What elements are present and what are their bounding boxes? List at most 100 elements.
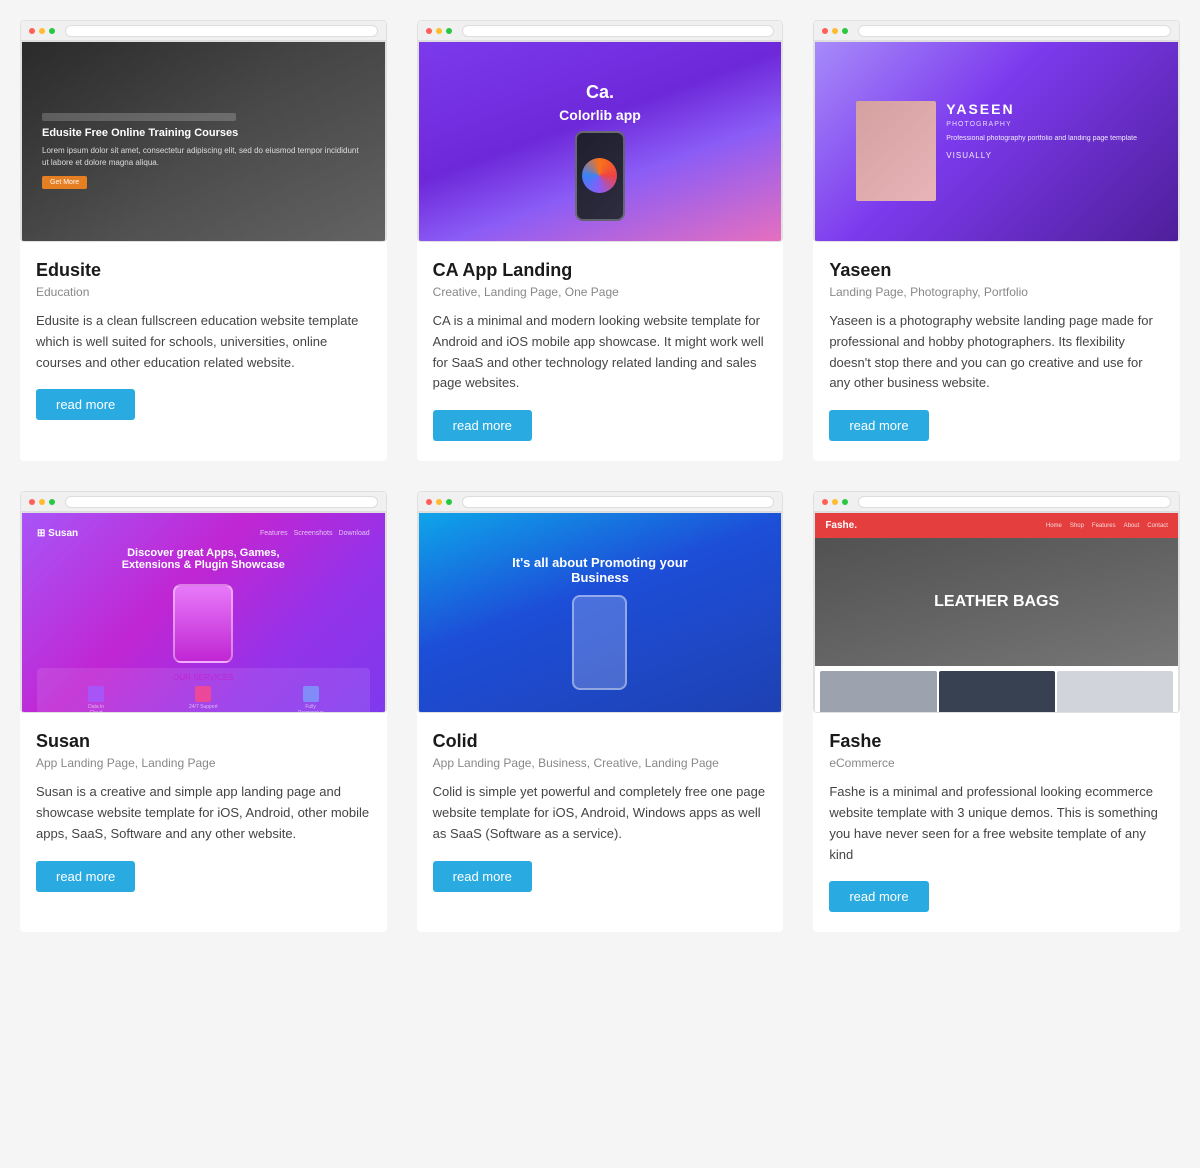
read-more-button-fashe[interactable]: read more — [829, 881, 928, 912]
browser-url-4 — [65, 496, 378, 508]
screenshot-susan: ⊞ Susan Features Screenshots Download Di… — [20, 491, 387, 713]
card-title-edusite: Edusite — [36, 260, 371, 281]
screenshot-edusite: Edusite Free Online Training Courses Lor… — [20, 20, 387, 242]
ss-edusite-text: Lorem ipsum dolor sit amet, consectetur … — [42, 145, 365, 167]
ss-susan-nav-1: Features — [260, 530, 288, 537]
ss-fashe-product-bags: BAGS — [1057, 671, 1173, 712]
card-susan: ⊞ Susan Features Screenshots Download Di… — [20, 491, 387, 932]
screenshot-ca: Ca. Colorlib app — [417, 20, 784, 242]
read-more-button-yaseen[interactable]: read more — [829, 410, 928, 441]
ss-fashe-nav-shop: Shop — [1070, 523, 1084, 529]
card-desc-edusite: Edusite is a clean fullscreen education … — [36, 311, 371, 373]
card-content-yaseen: Yaseen Landing Page, Photography, Portfo… — [813, 242, 1180, 461]
card-desc-ca: CA is a minimal and modern looking websi… — [433, 311, 768, 394]
read-more-button-colid[interactable]: read more — [433, 861, 532, 892]
screenshot-fashe: Fashe. Home Shop Features About Contact … — [813, 491, 1180, 713]
ss-susan-phone — [173, 584, 233, 663]
card-desc-yaseen: Yaseen is a photography website landing … — [829, 311, 1164, 394]
dot-red-2 — [426, 28, 432, 34]
dot-yellow-6 — [832, 499, 838, 505]
dot-red-5 — [426, 499, 432, 505]
ss-susan-services-title: OUR SERVICES — [42, 673, 365, 682]
ss-icon-text-1: Data in Cloud — [81, 704, 111, 712]
browser-chrome-3 — [814, 21, 1179, 41]
screenshot-image-susan: ⊞ Susan Features Screenshots Download Di… — [21, 512, 386, 712]
browser-url-6 — [858, 496, 1171, 508]
browser-chrome-2 — [418, 21, 783, 41]
ss-fashe-logo: Fashe. — [825, 520, 857, 531]
dot-red-6 — [822, 499, 828, 505]
ss-susan-nav-2: Screenshots — [294, 530, 333, 537]
ss-fashe-nav-home: Home — [1046, 523, 1062, 529]
dot-yellow-2 — [436, 28, 442, 34]
card-categories-fashe: eCommerce — [829, 756, 1164, 770]
dot-green-5 — [446, 499, 452, 505]
ss-susan-icon-2: 24/7 Support — [189, 686, 218, 712]
ss-fashe-nav-contact: Contact — [1147, 523, 1168, 529]
card-title-yaseen: Yaseen — [829, 260, 1164, 281]
ss-icon-text-2: 24/7 Support — [189, 704, 218, 710]
read-more-button-susan[interactable]: read more — [36, 861, 135, 892]
dot-yellow-5 — [436, 499, 442, 505]
ss-icon-box-3 — [303, 686, 319, 702]
ss-susan-icons: Data in Cloud 24/7 Support Fully Respons… — [42, 686, 365, 712]
browser-url-1 — [65, 25, 378, 37]
ss-yaseen-visually: VISUALLY — [946, 151, 1137, 160]
card-title-colid: Colid — [433, 731, 768, 752]
browser-url-2 — [462, 25, 775, 37]
ss-fashe-hero-text: LEATHER BAGS — [934, 593, 1059, 611]
screenshot-image-fashe: Fashe. Home Shop Features About Contact … — [814, 512, 1179, 712]
card-ca: Ca. Colorlib app CA App Landing Creative… — [417, 20, 784, 461]
ss-colid-heading: It's all about Promoting yourBusiness — [512, 555, 688, 585]
browser-chrome-6 — [814, 492, 1179, 512]
ss-ca-heading: Colorlib app — [559, 107, 641, 123]
dot-yellow-4 — [39, 499, 45, 505]
ss-fashe-product-watches: WATCHES — [939, 671, 1055, 712]
card-fashe: Fashe. Home Shop Features About Contact … — [813, 491, 1180, 932]
card-desc-susan: Susan is a creative and simple app landi… — [36, 782, 371, 844]
ss-icon-box-1 — [88, 686, 104, 702]
read-more-button-edusite[interactable]: read more — [36, 389, 135, 420]
screenshot-colid: It's all about Promoting yourBusiness — [417, 491, 784, 713]
ss-yaseen-desc: Professional photography portfolio and l… — [946, 134, 1137, 145]
card-yaseen: YASEEN PHOTOGRAPHY Professional photogra… — [813, 20, 1180, 461]
dot-red-3 — [822, 28, 828, 34]
ss-susan-nav-3: Download — [339, 530, 370, 537]
ss-fashe-product-sunglasses: SUNGLASSES — [820, 671, 936, 712]
ss-susan-icon-3: Fully Responsive — [296, 686, 326, 712]
ss-fashe-products: SUNGLASSES WATCHES BAGS — [815, 666, 1178, 712]
ss-susan-headline: Discover great Apps, Games,Extensions & … — [122, 547, 285, 571]
dot-red-1 — [29, 28, 35, 34]
screenshot-image-edusite: Edusite Free Online Training Courses Lor… — [21, 41, 386, 241]
card-title-fashe: Fashe — [829, 731, 1164, 752]
ss-fashe-hero: LEATHER BAGS — [815, 538, 1178, 666]
card-content-ca: CA App Landing Creative, Landing Page, O… — [417, 242, 784, 461]
browser-url-5 — [462, 496, 775, 508]
dot-yellow-3 — [832, 28, 838, 34]
ss-yaseen-sub: PHOTOGRAPHY — [946, 121, 1137, 128]
screenshot-image-ca: Ca. Colorlib app — [418, 41, 783, 241]
dot-green-1 — [49, 28, 55, 34]
ss-susan-top: ⊞ Susan Features Screenshots Download — [37, 528, 370, 539]
ss-susan-logo: ⊞ Susan — [37, 528, 78, 539]
read-more-button-ca[interactable]: read more — [433, 410, 532, 441]
browser-chrome-4 — [21, 492, 386, 512]
ss-icon-text-3: Fully Responsive — [296, 704, 326, 712]
card-categories-yaseen: Landing Page, Photography, Portfolio — [829, 285, 1164, 299]
ss-fashe-nav: Home Shop Features About Contact — [1046, 523, 1168, 529]
template-grid: Edusite Free Online Training Courses Lor… — [20, 20, 1180, 932]
ss-edusite-title: Edusite Free Online Training Courses — [42, 127, 365, 139]
card-title-ca: CA App Landing — [433, 260, 768, 281]
ss-yaseen-name: YASEEN — [946, 101, 1137, 117]
card-categories-edusite: Education — [36, 285, 371, 299]
ss-fashe-header: Fashe. Home Shop Features About Contact — [815, 513, 1178, 538]
card-content-susan: Susan App Landing Page, Landing Page Sus… — [20, 713, 387, 911]
card-colid: It's all about Promoting yourBusiness Co… — [417, 491, 784, 932]
dot-red-4 — [29, 499, 35, 505]
screenshot-image-colid: It's all about Promoting yourBusiness — [418, 512, 783, 712]
dot-green-2 — [446, 28, 452, 34]
dot-green-6 — [842, 499, 848, 505]
browser-chrome-5 — [418, 492, 783, 512]
ss-yaseen-photo — [856, 101, 936, 201]
dot-green-4 — [49, 499, 55, 505]
